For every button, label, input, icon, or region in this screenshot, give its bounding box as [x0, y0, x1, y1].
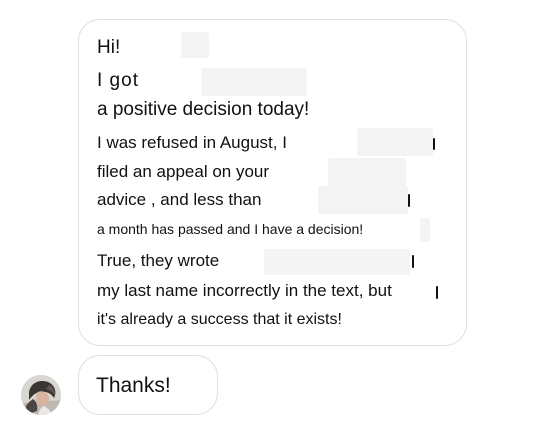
profile-photo-icon	[21, 375, 61, 415]
reply-bubble: Thanks!	[78, 355, 218, 415]
redacted-area	[264, 249, 410, 275]
chat-screen: Hi! I got a positive decision today! I w…	[0, 0, 541, 426]
clipped-text-mark	[433, 138, 435, 150]
redacted-area	[420, 218, 430, 242]
avatar[interactable]	[21, 375, 61, 415]
clipped-text-mark	[408, 194, 410, 207]
redacted-area	[328, 158, 406, 186]
redacted-area	[357, 128, 433, 156]
message-line: it's already a success that it exists!	[97, 311, 342, 328]
message-line: I was refused in August, I	[97, 133, 287, 152]
redacted-area	[181, 32, 209, 58]
message-line: advice , and less than	[97, 190, 262, 209]
redacted-area	[318, 186, 408, 214]
clipped-text-mark	[412, 255, 414, 268]
reply-message-text: Thanks!	[96, 374, 171, 397]
clipped-text-mark	[436, 286, 438, 299]
message-bubble: Hi! I got a positive decision today! I w…	[78, 19, 467, 346]
redacted-area	[201, 68, 307, 96]
message-line: True, they wrote	[97, 251, 220, 270]
message-line: I got	[97, 70, 139, 91]
message-line: a month has passed and I have a decision…	[97, 221, 364, 237]
message-line: my last name incorrectly in the text, bu…	[97, 281, 392, 300]
message-line: a positive decision today!	[97, 99, 310, 120]
message-line: Hi!	[97, 37, 121, 58]
message-line: filed an appeal on your	[97, 162, 270, 181]
